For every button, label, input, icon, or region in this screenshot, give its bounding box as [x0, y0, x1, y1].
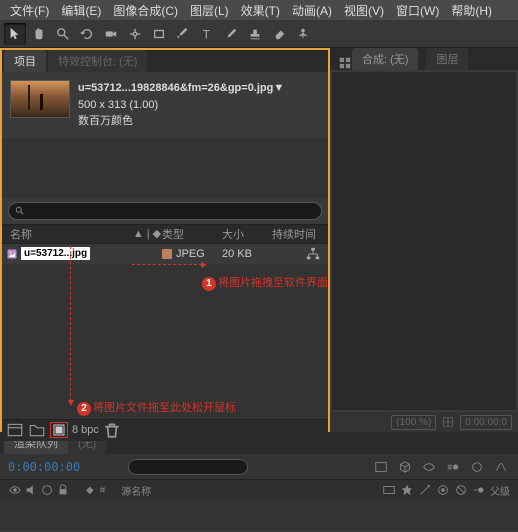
new-folder-icon[interactable] [28, 422, 46, 438]
list-item[interactable]: u=53712...jpg JPEG 20 KB [2, 244, 328, 264]
annotation-callout-2: 2将图片文件拖至此处松开鼠标 [77, 399, 236, 416]
delete-icon[interactable] [103, 422, 121, 438]
interpret-footage-icon[interactable] [6, 422, 24, 438]
tool-bar: T [0, 20, 518, 48]
asset-list-header: 名称 ▲ | ◆ 类型 大小 持续时间 [2, 224, 328, 244]
bit-depth[interactable]: 8 bpc [72, 424, 99, 436]
timeline-columns: ◆ # 源名称 父级 [0, 480, 518, 500]
annotation-arrow-2 [132, 264, 202, 265]
asset-thumbnail [10, 80, 70, 118]
graph-editor-icon[interactable] [492, 459, 510, 475]
parent-column[interactable]: 父级 [490, 483, 510, 498]
svg-text:T: T [203, 27, 211, 41]
audio-column-icon[interactable] [24, 483, 38, 497]
comp-nav-icon[interactable] [338, 56, 352, 70]
camera-tool-icon[interactable] [100, 23, 122, 45]
timeline-controls: 0:00:00:00 [0, 454, 518, 480]
tab-composition[interactable]: 合成: (无) [352, 48, 418, 70]
asset-shortname: u=53712...jpg [21, 247, 90, 260]
tab-effect-controls[interactable]: 特效控制台: (无) [48, 50, 147, 72]
col-sort-icon[interactable]: ▲ | ◆ [132, 227, 162, 240]
main-area: 项目 特效控制台: (无) u=53712...19828846&fm=26&g… [0, 48, 518, 432]
menu-view[interactable]: 视图(V) [338, 2, 390, 19]
menu-file[interactable]: 文件(F) [4, 2, 55, 19]
timeline-search[interactable] [128, 459, 248, 475]
project-panel-tabs: 项目 特效控制台: (无) [2, 50, 328, 72]
composition-panel: 合成: (无) 图层 (100 %) 0:00:00:0 [330, 48, 518, 432]
timeline-panel: 渲染队列 (无) 0:00:00:00 ◆ # 源名称 [0, 432, 518, 530]
source-name-column[interactable]: 源名称 [121, 483, 151, 498]
menu-layer[interactable]: 图层(L) [184, 2, 235, 19]
hash-column: # [100, 485, 106, 496]
tab-layer[interactable]: 图层 [426, 48, 468, 70]
switches-icon-1[interactable] [382, 483, 396, 497]
hand-tool-icon[interactable] [28, 23, 50, 45]
col-type[interactable]: 类型 [162, 226, 222, 242]
search-row [2, 198, 328, 224]
draft3d-icon[interactable] [396, 459, 414, 475]
composition-status: (100 %) 0:00:00:0 [330, 412, 518, 432]
menu-effect[interactable]: 效果(T) [235, 2, 286, 19]
image-file-icon [6, 248, 18, 260]
menu-help[interactable]: 帮助(H) [445, 2, 498, 19]
asset-colormode: 数百万颜色 [78, 113, 284, 130]
rotate-tool-icon[interactable] [76, 23, 98, 45]
rect-tool-icon[interactable] [148, 23, 170, 45]
pen-tool-icon[interactable] [172, 23, 194, 45]
switches-icon-6[interactable] [472, 483, 486, 497]
anchor-tool-icon[interactable] [124, 23, 146, 45]
asset-type: JPEG [176, 248, 205, 260]
annotation-arrow-1 [70, 246, 71, 401]
new-composition-icon[interactable] [50, 422, 68, 438]
solo-column-icon[interactable] [40, 483, 54, 497]
brainstorm-icon[interactable] [468, 459, 486, 475]
menu-window[interactable]: 窗口(W) [390, 2, 445, 19]
color-label-chip[interactable] [162, 249, 172, 259]
timecode-display[interactable]: 0:00:00:0 [460, 415, 512, 430]
asset-info: u=53712...19828846&fm=26&gp=0.jpg▼ 500 x… [78, 80, 284, 130]
zoom-level[interactable]: (100 %) [391, 415, 436, 430]
col-duration[interactable]: 持续时间 [272, 226, 328, 242]
visibility-column-icon[interactable] [8, 483, 22, 497]
motion-blur-icon[interactable] [444, 459, 462, 475]
menu-animation[interactable]: 动画(A) [286, 2, 338, 19]
annotation-callout-1: 1将图片拖拽至软件界面 [202, 274, 328, 291]
asset-size: 20 KB [222, 248, 272, 260]
comp-mini-flowchart-icon[interactable] [372, 459, 390, 475]
col-size[interactable]: 大小 [222, 226, 272, 242]
grid-toggle-icon[interactable] [442, 416, 454, 428]
project-footer: 8 bpc [2, 419, 328, 441]
menu-composition[interactable]: 图像合成(C) [107, 2, 184, 19]
switches-icon-3[interactable] [418, 483, 432, 497]
switches-icon-2[interactable] [400, 483, 414, 497]
asset-dimensions: 500 x 313 (1.00) [78, 97, 284, 114]
composition-viewport[interactable] [332, 72, 516, 410]
search-input[interactable] [8, 202, 322, 220]
shy-icon[interactable] [420, 459, 438, 475]
composition-tabs: 合成: (无) 图层 [330, 48, 518, 70]
project-panel: 项目 特效控制台: (无) u=53712...19828846&fm=26&g… [0, 48, 330, 432]
col-name[interactable]: 名称 [2, 226, 132, 242]
selection-tool-icon[interactable] [4, 23, 26, 45]
switches-icon-4[interactable] [436, 483, 450, 497]
zoom-tool-icon[interactable] [52, 23, 74, 45]
switches-icon-5[interactable] [454, 483, 468, 497]
puppet-tool-icon[interactable] [292, 23, 314, 45]
flowchart-icon[interactable] [306, 247, 320, 261]
menu-bar: 文件(F) 编辑(E) 图像合成(C) 图层(L) 效果(T) 动画(A) 视图… [0, 0, 518, 20]
stamp-tool-icon[interactable] [244, 23, 266, 45]
current-time[interactable]: 0:00:00:00 [8, 460, 80, 474]
text-tool-icon[interactable]: T [196, 23, 218, 45]
asset-filename: u=53712...19828846&fm=26&gp=0.jpg▼ [78, 80, 284, 97]
asset-header: u=53712...19828846&fm=26&gp=0.jpg▼ 500 x… [2, 72, 328, 138]
eraser-tool-icon[interactable] [268, 23, 290, 45]
brush-tool-icon[interactable] [220, 23, 242, 45]
tab-project[interactable]: 项目 [4, 50, 46, 72]
menu-edit[interactable]: 编辑(E) [55, 2, 107, 19]
timeline-toolbar [372, 459, 510, 475]
lock-column-icon[interactable] [56, 483, 70, 497]
asset-list[interactable]: u=53712...jpg JPEG 20 KB 1将图片拖拽至软件界面 2将图… [2, 244, 328, 419]
